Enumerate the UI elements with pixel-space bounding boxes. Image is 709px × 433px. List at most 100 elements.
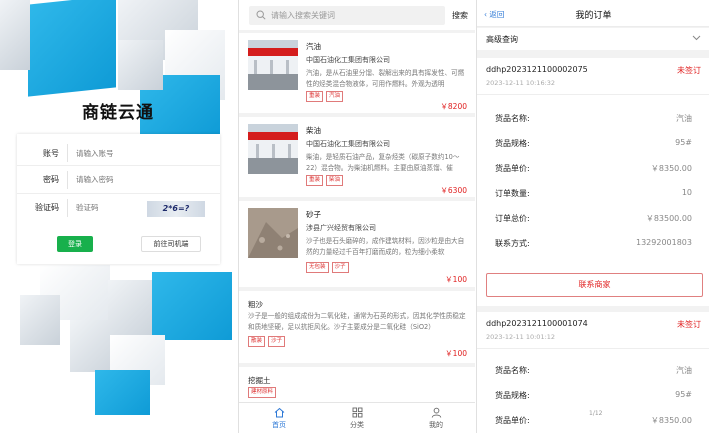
product-item[interactable]: 汽油 中国石油化工集团有限公司 汽油，是从石油里分馏、裂解出来的具有挥发性、可燃… [239,33,475,113]
field-label: 联系方式: [495,239,530,248]
decor-cube [20,295,60,345]
order-time: 2023-12-11 10:01:12 [486,333,556,341]
search-placeholder: 请输入搜索关键词 [271,11,335,20]
sand-image [248,208,298,258]
product-tags: 建材原料 [248,387,277,398]
tab-category[interactable]: 分类 [337,407,377,430]
field-label: 订单总价: [495,214,530,223]
brand-title: 商链云通 [82,103,154,123]
decor-cube [118,40,163,90]
product-tag: 汽油 [326,91,344,102]
search-input[interactable]: 请输入搜索关键词 [249,6,445,25]
search-button[interactable]: 搜索 [452,10,468,21]
product-item[interactable]: 粗沙 沙子是一般的组成成份为二氧化硅，通常为石英的形式，因其化学性质稳定和质地坚… [239,291,475,363]
field-value: ￥8350.00 [650,416,692,425]
product-tag: 重装 [306,91,324,102]
tab-category-label: 分类 [350,421,364,429]
product-description: 沙子也是石头磨碎的，成作建筑材料，因沙粒是由大自然的力量经过千百年打磨而成的，粒… [306,237,465,256]
password-row: 密码 [17,165,220,193]
product-tag: 柴油 [326,175,344,186]
product-description: 沙子是一般的组成成份为二氧化硅，通常为石英的形式，因其化学性质稳定和质地坚硬，足… [248,312,466,331]
field-value: 汽油 [676,114,692,123]
field-value: 95# [675,390,692,399]
login-form: 账号 密码 验证码 2*6=? 登录 前往司机端 [17,134,220,264]
account-label: 账号 [43,148,59,158]
driver-portal-button[interactable]: 前往司机端 [141,236,201,252]
product-tag: 建材原料 [248,387,277,398]
product-tag: 散装 [248,336,266,347]
product-name: 挖掘土 [248,376,271,385]
product-item[interactable]: 砂子 涉县广兴经贸有限公司 沙子也是石头磨碎的，成作建筑材料，因沙粒是由大自然的… [239,201,475,287]
grid-icon [352,407,362,418]
product-list-screen: 请输入搜索关键词 搜索 汽油 中国石油化工集团有限公司 汽油，是从石油里分馏、裂… [238,0,475,433]
product-name: 柴油 [306,126,321,135]
account-row: 账号 [17,139,220,167]
my-orders-screen: ‹ 返回 我的订单 高级查询 ddhp2023121100002075 未签订 … [476,0,709,433]
field-value: ￥8350.00 [650,164,692,173]
tab-home[interactable]: 首页 [259,407,299,430]
gas-station-image [248,124,298,174]
field-value: 13292001803 [636,238,692,247]
product-tag: 重装 [306,175,324,186]
divider [477,348,709,349]
product-name: 砂子 [306,210,321,219]
product-tags: 散装 沙子 [248,336,286,347]
product-company: 中国石油化工集团有限公司 [306,56,390,64]
product-price: ￥100 [445,275,467,284]
product-price: ￥100 [445,349,467,358]
product-company: 中国石油化工集团有限公司 [306,140,390,148]
product-name: 粗沙 [248,300,263,309]
product-description: 柴油，是轻质石油产品，复杂烃类（碳原子数约10～22）混合物。为柴油机燃料。主要… [306,153,460,172]
decor-cube [28,0,116,97]
divider [477,94,709,95]
order-number: ddhp2023121100002075 [486,65,588,74]
advanced-search-toggle[interactable]: 高级查询 [477,28,709,50]
product-company: 涉县广兴经贸有限公司 [306,224,376,232]
nav-bar: ‹ 返回 我的订单 [477,0,709,27]
field-label: 货品单价: [495,416,530,425]
search-icon [256,10,266,20]
tab-mine-label: 我的 [429,421,443,429]
account-input[interactable] [67,144,197,162]
field-value: 汽油 [676,366,692,375]
field-label: 订单数量: [495,189,530,198]
decor-cube [0,0,30,70]
product-item[interactable]: 柴油 中国石油化工集团有限公司 柴油，是轻质石油产品，复杂烃类（碳原子数约10～… [239,117,475,197]
contact-merchant-button[interactable]: 联系商家 [486,273,703,297]
order-number: ddhp2023121100001074 [486,319,588,328]
home-icon [274,407,284,418]
product-name: 汽油 [306,42,321,51]
captcha-input[interactable] [67,198,127,217]
chevron-down-icon [692,35,701,41]
captcha-row: 验证码 2*6=? [17,193,220,221]
product-tags: 重装 柴油 [306,175,344,186]
field-value: 10 [681,188,692,197]
field-label: 货品单价: [495,164,530,173]
order-card: ddhp2023121100002075 未签订 2023-12-11 10:1… [477,58,709,306]
gas-station-image [248,40,298,90]
password-input[interactable] [67,170,197,189]
product-price: ￥6300 [440,186,467,195]
product-tags: 无包装 沙子 [306,262,349,273]
login-screen: 商链云通 账号 密码 验证码 2*6=? 登录 前往司机端 [0,0,237,433]
order-time: 2023-12-11 10:16:32 [486,79,556,87]
field-label: 货品名称: [495,366,530,375]
order-status: 未签订 [677,66,701,75]
tab-mine[interactable]: 我的 [416,407,456,430]
page-title: 我的订单 [575,11,612,21]
advanced-search-label: 高级查询 [486,35,518,44]
captcha-label: 验证码 [35,203,59,212]
login-button[interactable]: 登录 [57,236,93,252]
decor-cube [152,272,232,340]
field-value: 95# [675,138,692,147]
page-indicator: 1/12 [589,410,603,417]
captcha-image[interactable]: 2*6=? [147,201,205,217]
product-item[interactable]: 挖掘土 建材原料 [239,367,475,403]
field-label: 货品规格: [495,139,530,148]
password-label: 密码 [43,175,59,184]
field-label: 货品规格: [495,391,530,400]
product-tags: 重装 汽油 [306,91,344,102]
user-icon [431,407,441,418]
bottom-tab-bar: 首页 分类 我的 [239,402,475,433]
decor-cube [95,370,150,415]
